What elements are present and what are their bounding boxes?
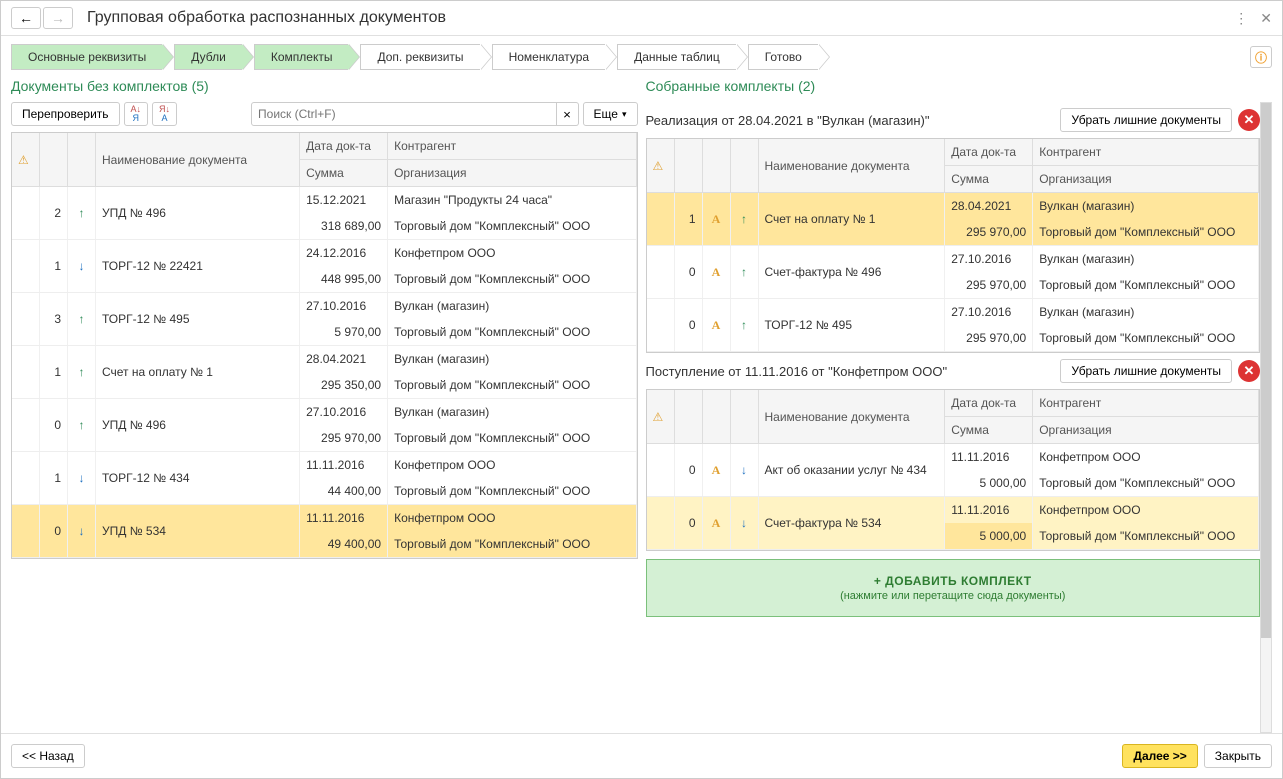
left-panel-title: Документы без комплектов (5) (11, 74, 638, 102)
arrow-down-icon: ↓ (741, 463, 747, 477)
remove-extra-button[interactable]: Убрать лишние документы (1060, 108, 1232, 132)
remove-kit-button[interactable]: ✕ (1238, 360, 1260, 382)
search-input[interactable] (251, 102, 557, 126)
arrow-up-icon: ↑ (79, 206, 85, 220)
arrow-up-icon: ↑ (741, 265, 747, 279)
arrow-up-icon: ↑ (79, 312, 85, 326)
breadcrumb-step-3[interactable]: Доп. реквизиты (360, 44, 479, 70)
add-kit-button[interactable]: + ДОБАВИТЬ КОМПЛЕКТ(нажмите или перетащи… (646, 559, 1261, 617)
breadcrumb-step-6[interactable]: Готово (748, 44, 818, 70)
warning-icon: ⚠ (18, 153, 29, 167)
breadcrumb-step-0[interactable]: Основные реквизиты (11, 44, 162, 70)
table-row[interactable]: 1↓ТОРГ-12 № 43411.11.201644 400,00Конфет… (12, 452, 637, 505)
sort-asc-button[interactable]: А↓Я (124, 102, 149, 126)
table-row[interactable]: 0↓УПД № 53411.11.201649 400,00Конфетпром… (12, 505, 637, 558)
arrow-up-icon: ↑ (79, 418, 85, 432)
breadcrumb-step-4[interactable]: Номенклатура (492, 44, 606, 70)
table-row[interactable]: 0A↑ТОРГ-12 № 49527.10.2016295 970,00Вулк… (647, 299, 1260, 352)
warning-icon: ⚠ (653, 410, 664, 424)
signature-icon: A (712, 318, 721, 333)
signature-icon: A (712, 212, 721, 227)
breadcrumb-step-1[interactable]: Дубли (174, 44, 242, 70)
next-button[interactable]: Далее >> (1122, 744, 1197, 768)
close-button[interactable]: Закрыть (1204, 744, 1272, 768)
more-button[interactable]: Еще ▾ (583, 102, 638, 126)
left-table: ⚠ Наименование документа Дата док-та Сум… (11, 132, 638, 559)
arrow-down-icon: ↓ (741, 516, 747, 530)
breadcrumb-step-5[interactable]: Данные таблиц (617, 44, 736, 70)
warning-icon: ⚠ (653, 159, 664, 173)
table-row[interactable]: 1A↑Счет на оплату № 128.04.2021295 970,0… (647, 193, 1260, 246)
signature-icon: A (712, 516, 721, 531)
arrow-up-icon: ↑ (79, 365, 85, 379)
arrow-down-icon: ↓ (79, 259, 85, 273)
table-row[interactable]: 0A↑Счет-фактура № 49627.10.2016295 970,0… (647, 246, 1260, 299)
close-icon[interactable]: ✕ (1260, 10, 1272, 27)
arrow-up-icon: ↑ (741, 212, 747, 226)
remove-extra-button[interactable]: Убрать лишние документы (1060, 359, 1232, 383)
breadcrumb-step-2[interactable]: Комплекты (254, 44, 349, 70)
nav-forward[interactable]: → (43, 7, 73, 29)
remove-kit-button[interactable]: ✕ (1238, 109, 1260, 131)
table-row[interactable]: 0A↓Акт об оказании услуг № 43411.11.2016… (647, 444, 1260, 497)
table-row[interactable]: 1↓ТОРГ-12 № 2242124.12.2016448 995,00Кон… (12, 240, 637, 293)
nav-back[interactable]: ← (11, 7, 41, 29)
arrow-down-icon: ↓ (79, 471, 85, 485)
help-icon[interactable]: ⓘ (1250, 46, 1272, 68)
scrollbar[interactable] (1260, 102, 1272, 733)
table-row[interactable]: 0↑УПД № 49627.10.2016295 970,00Вулкан (м… (12, 399, 637, 452)
menu-icon[interactable]: ⋮ (1234, 10, 1248, 27)
arrow-up-icon: ↑ (741, 318, 747, 332)
back-button[interactable]: << Назад (11, 744, 85, 768)
right-panel-title: Собранные комплекты (2) (646, 74, 1273, 102)
window-title: Групповая обработка распознанных докумен… (87, 9, 1234, 27)
kit-title: Поступление от 11.11.2016 от "Конфетпром… (646, 364, 1055, 379)
table-row[interactable]: 1↑Счет на оплату № 128.04.2021295 350,00… (12, 346, 637, 399)
kit-title: Реализация от 28.04.2021 в "Вулкан (мага… (646, 113, 1055, 128)
recheck-button[interactable]: Перепроверить (11, 102, 120, 126)
sort-desc-button[interactable]: Я↓А (152, 102, 177, 126)
table-row[interactable]: 0A↓Счет-фактура № 53411.11.20165 000,00К… (647, 497, 1260, 550)
table-row[interactable]: 2↑УПД № 49615.12.2021318 689,00Магазин "… (12, 187, 637, 240)
signature-icon: A (712, 463, 721, 478)
arrow-down-icon: ↓ (79, 524, 85, 538)
signature-icon: A (712, 265, 721, 280)
table-row[interactable]: 3↑ТОРГ-12 № 49527.10.20165 970,00Вулкан … (12, 293, 637, 346)
search-clear[interactable]: × (557, 102, 579, 126)
